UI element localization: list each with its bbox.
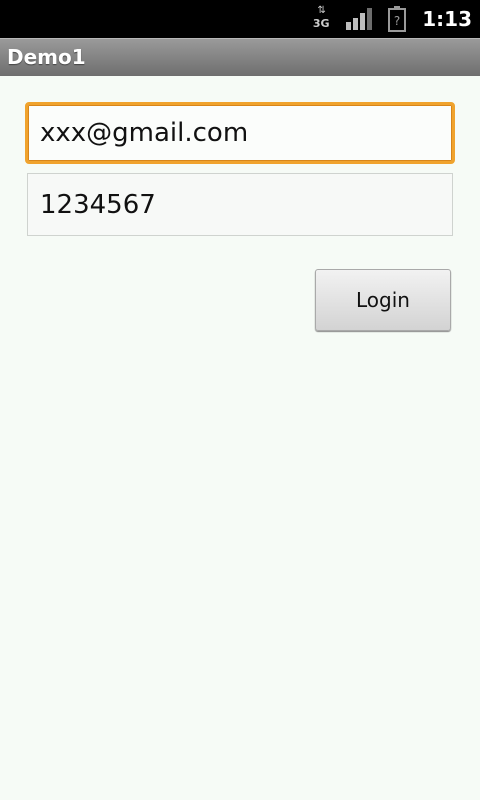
status-icons: ⇅ 3G ? 1:13 [310,0,472,38]
title-bar: Demo1 [0,38,480,76]
login-button-label: Login [356,288,410,312]
battery-unknown-icon: ? [388,6,407,32]
network-3g-icon: ⇅ 3G [310,6,332,32]
signal-strength-icon [346,8,373,30]
svg-text:?: ? [394,14,400,28]
status-bar: ⇅ 3G ? 1:13 [0,0,480,38]
login-button[interactable]: Login [315,269,451,331]
network-type-label: 3G [312,17,330,30]
email-field-value: xxx@gmail.com [40,118,249,148]
password-field[interactable]: 1234567 [27,173,453,236]
clock: 1:13 [422,7,472,31]
app-title: Demo1 [7,45,86,69]
password-field-value: 1234567 [40,189,156,220]
email-field[interactable]: xxx@gmail.com [25,102,455,164]
